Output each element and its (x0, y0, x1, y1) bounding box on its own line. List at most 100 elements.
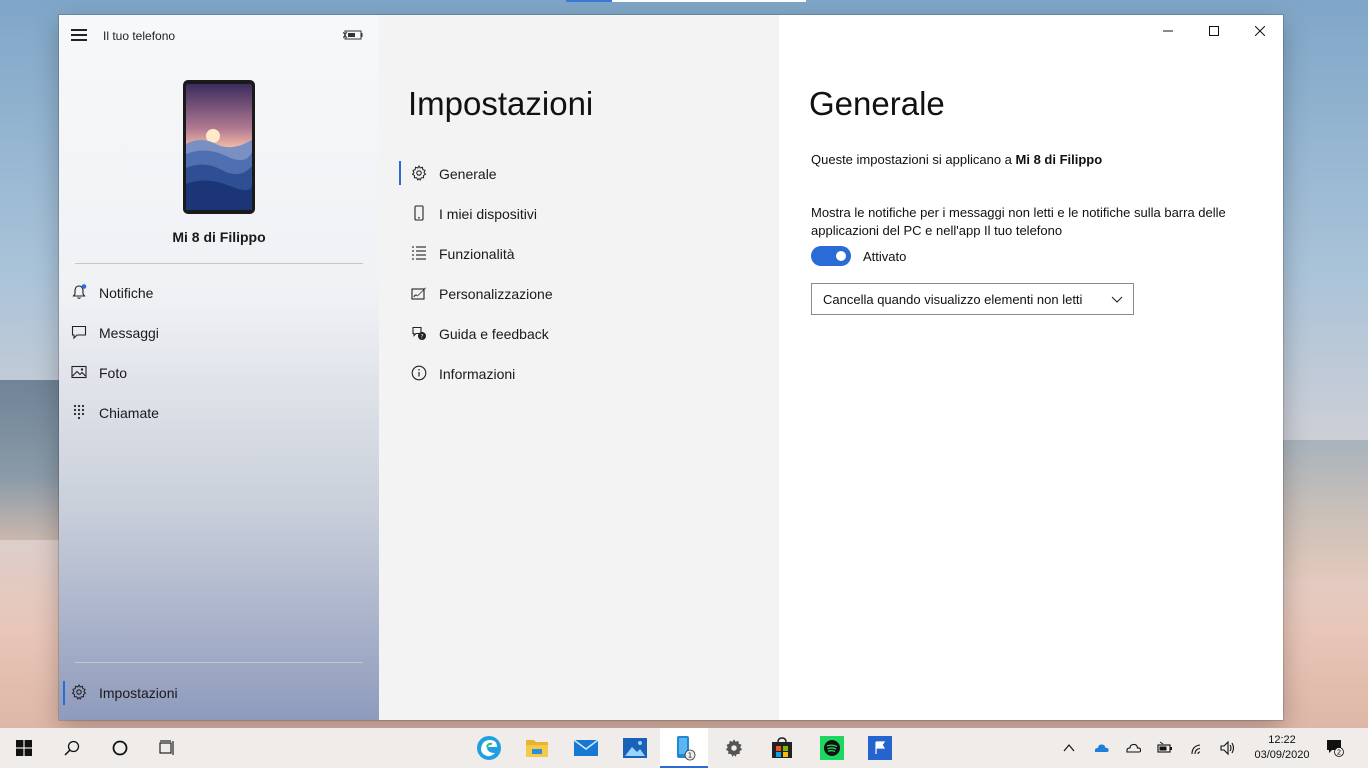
settings-item-dispositivi[interactable]: I miei dispositivi (399, 193, 759, 233)
notification-setting-description: Mostra le notifiche per i messaggi non l… (811, 205, 1226, 238)
store-icon (772, 737, 792, 758)
onedrive-icon[interactable] (1125, 740, 1141, 756)
settings-item-label: Funzionalità (439, 246, 515, 262)
taskbar-app-store[interactable] (758, 728, 806, 768)
clock-date: 03/09/2020 (1254, 749, 1310, 761)
applies-device: Mi 8 di Filippo (1015, 152, 1103, 167)
nav-item-notifiche[interactable]: Notifiche (59, 273, 379, 313)
phone-icon (414, 205, 424, 221)
settings-item-informazioni[interactable]: Informazioni (399, 353, 759, 393)
info-icon (411, 365, 427, 381)
your-phone-badge: 1 (688, 752, 692, 760)
your-phone-icon: 1 (677, 736, 696, 761)
nav-item-label: Chiamate (99, 405, 159, 421)
taskbar-app-settings[interactable] (710, 728, 758, 768)
maximize-button[interactable] (1191, 15, 1237, 47)
minimize-icon (1163, 30, 1173, 32)
app-window: Il tuo telefono Mi 8 di Filippo Notifich… (59, 15, 1283, 720)
cortana-button[interactable] (96, 728, 144, 768)
task-view-button[interactable] (144, 728, 192, 768)
taskbar-app-explorer[interactable] (513, 728, 561, 768)
settings-item-label: I miei dispositivi (439, 206, 538, 222)
notification-toggle[interactable] (811, 246, 851, 266)
nav-pane: Il tuo telefono Mi 8 di Filippo Notifich… (59, 15, 379, 720)
settings-gear-icon (725, 739, 743, 757)
nav-item-chiamate[interactable]: Chiamate (59, 393, 379, 433)
nav-item-label: Foto (99, 365, 128, 381)
volume-icon[interactable] (1220, 740, 1236, 756)
settings-item-funzionalita[interactable]: Funzionalità (399, 233, 759, 273)
settings-list-pane: Impostazioni Generale I miei dispositivi (379, 15, 779, 720)
toggle-state-label: Attivato (863, 249, 907, 264)
network-icon[interactable] (1190, 740, 1206, 756)
system-clock[interactable]: 12:22 03/09/2020 (1250, 733, 1314, 763)
gear-icon (71, 684, 87, 700)
photos-icon (623, 738, 647, 758)
action-center-icon[interactable]: 2 (1326, 739, 1344, 757)
chevron-up-icon[interactable] (1061, 740, 1077, 756)
applies-prefix: Queste impostazioni si applicano a (811, 152, 1012, 167)
chat-icon (71, 325, 87, 340)
maximize-icon (1209, 26, 1219, 36)
task-view-icon (159, 740, 174, 755)
search-button[interactable] (48, 728, 96, 768)
nav-item-impostazioni[interactable]: Impostazioni (59, 673, 379, 713)
dialpad-icon (73, 404, 85, 420)
file-explorer-icon (526, 740, 548, 757)
edge-icon (477, 736, 501, 760)
settings-item-label: Generale (439, 166, 497, 182)
help-icon: ? (412, 326, 426, 340)
nav-divider (75, 662, 363, 663)
taskbar-app-your-phone[interactable]: 1 (660, 728, 708, 768)
nav-item-foto[interactable]: Foto (59, 353, 379, 393)
settings-item-generale[interactable]: Generale (399, 153, 759, 193)
paint-icon (411, 287, 426, 300)
clock-time: 12:22 (1268, 734, 1296, 746)
minimize-button[interactable] (1145, 15, 1191, 47)
gear-icon (411, 165, 427, 181)
taskbar-app-mail[interactable] (562, 728, 610, 768)
phone-image (183, 80, 255, 214)
nav-item-label: Notifiche (99, 285, 154, 301)
detail-pane: Generale Queste impostazioni si applican… (779, 15, 1283, 720)
spotify-icon (820, 736, 844, 760)
taskbar-app-edge[interactable] (465, 728, 513, 768)
battery-tray-icon[interactable] (1157, 740, 1173, 756)
settings-item-personalizzazione[interactable]: Personalizzazione (399, 273, 759, 313)
nav-item-messaggi[interactable]: Messaggi (59, 313, 379, 353)
svg-text:?: ? (420, 333, 423, 340)
notification-count: 2 (1337, 749, 1341, 757)
nav-item-label: Impostazioni (99, 685, 178, 701)
list-icon (412, 246, 426, 260)
applies-to-text: Queste impostazioni si applicano a Mi 8 … (811, 152, 1102, 167)
close-button[interactable] (1237, 15, 1283, 47)
flag-app-icon (868, 736, 892, 760)
device-name: Mi 8 di Filippo (172, 229, 266, 245)
clear-notifications-dropdown[interactable]: Cancella quando visualizzo elementi non … (811, 283, 1134, 315)
taskbar-app-todo[interactable] (856, 728, 904, 768)
cortana-icon (112, 740, 128, 756)
windows-logo-icon (16, 740, 32, 756)
dropdown-value: Cancella quando visualizzo elementi non … (823, 292, 1083, 307)
desktop-wallpaper-left (0, 380, 60, 540)
desktop-wallpaper-right (1282, 440, 1368, 580)
settings-item-label: Guida e feedback (439, 326, 549, 342)
nav-item-label: Messaggi (99, 325, 159, 341)
section-title: Generale (809, 85, 945, 122)
toggle-knob (836, 251, 846, 261)
onedrive-blue-icon[interactable] (1093, 740, 1109, 756)
mail-icon (574, 739, 598, 756)
taskbar-app-photos[interactable] (611, 728, 659, 768)
photo-icon (71, 365, 87, 379)
phone-wallpaper (186, 84, 253, 210)
settings-item-guida[interactable]: ? Guida e feedback (399, 313, 759, 353)
hamburger-menu-icon[interactable] (71, 29, 87, 41)
bell-icon (72, 284, 87, 299)
nav-divider (75, 263, 363, 264)
search-icon (64, 740, 80, 756)
settings-item-label: Personalizzazione (439, 286, 553, 302)
start-button[interactable] (0, 728, 48, 768)
page-title: Impostazioni (408, 85, 594, 122)
settings-item-label: Informazioni (439, 366, 516, 382)
taskbar-app-spotify[interactable] (808, 728, 856, 768)
